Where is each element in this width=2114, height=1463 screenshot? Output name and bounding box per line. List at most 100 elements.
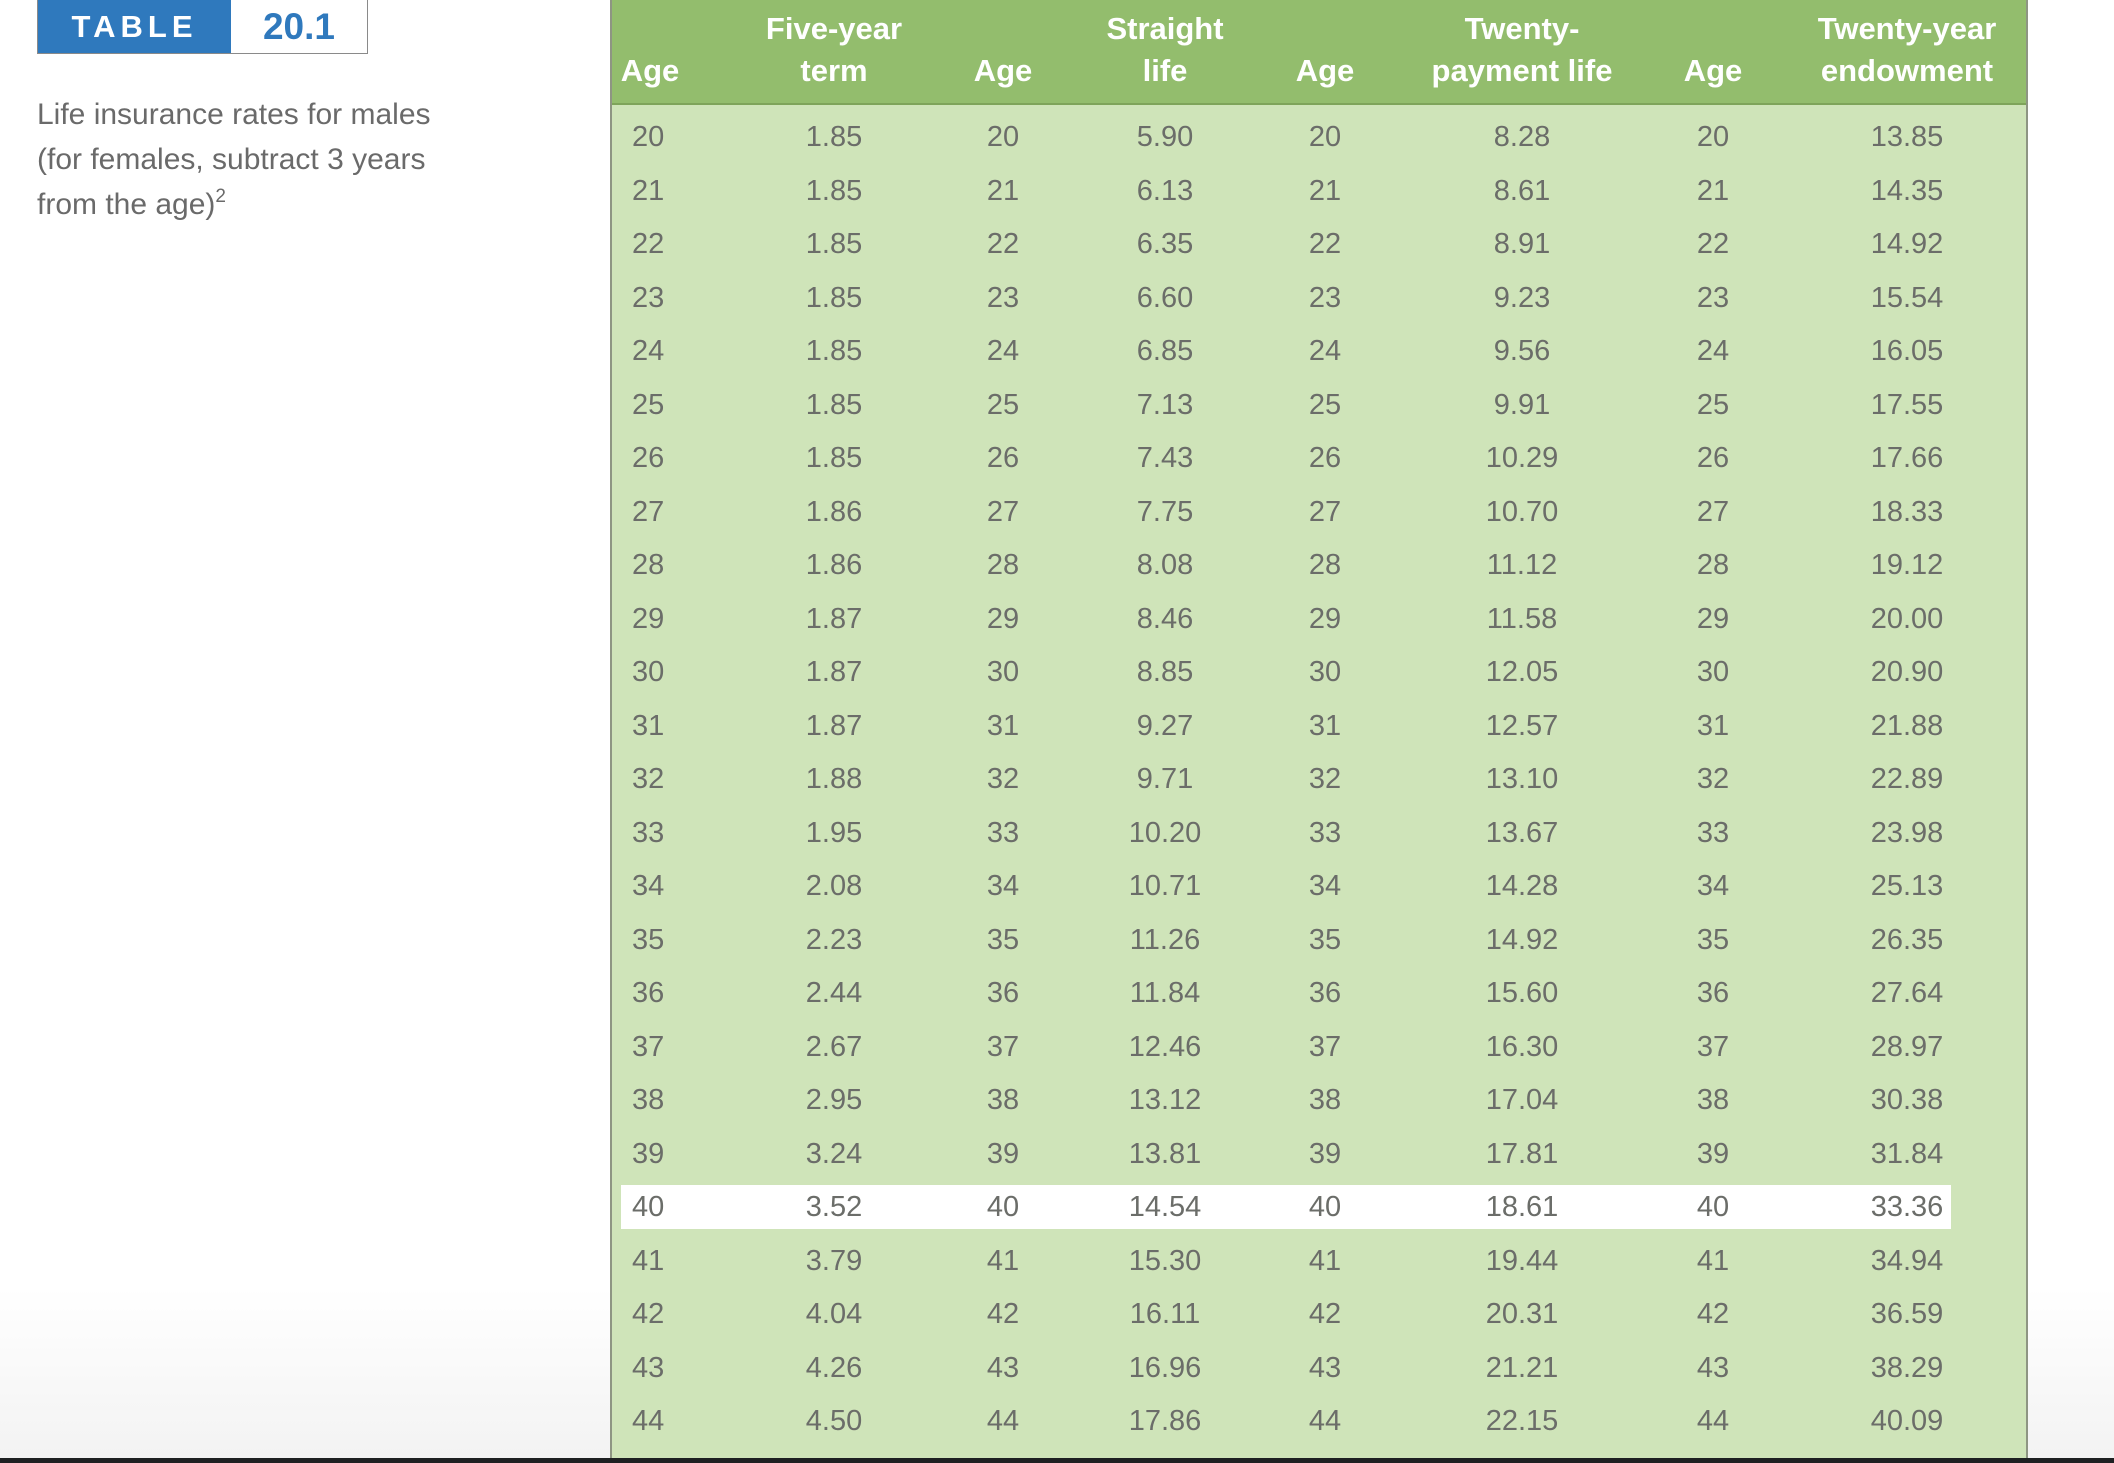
cell-age: 23 bbox=[1308, 281, 1342, 314]
cell-age: 40 bbox=[1308, 1191, 1342, 1223]
cell-five-year-term: 1.87 bbox=[805, 709, 863, 742]
cell-twenty-year-endowment: 21.88 bbox=[1870, 709, 1944, 742]
cell-twenty-year-endowment: 16.05 bbox=[1870, 335, 1944, 367]
table-row: 20 1.85 20 5.90 20 8.28 20 13.85 bbox=[612, 115, 2026, 159]
header-line: Twenty- bbox=[1464, 11, 1580, 46]
cell-straight-life: 10.20 bbox=[1128, 816, 1202, 849]
cell-age: 43 bbox=[1308, 1351, 1342, 1384]
header-straight-life: Straight life bbox=[1106, 8, 1223, 92]
cell-age: 43 bbox=[632, 1351, 665, 1384]
cell-five-year-term: 1.85 bbox=[805, 388, 863, 421]
table-row: 32 1.88 32 9.71 32 13.10 32 22.89 bbox=[612, 757, 2026, 801]
table-row: 31 1.87 31 9.27 31 12.57 31 21.88 bbox=[612, 704, 2026, 748]
cell-straight-life: 7.13 bbox=[1136, 388, 1194, 421]
cell-age: 23 bbox=[632, 281, 665, 314]
cell-age: 38 bbox=[986, 1084, 1020, 1116]
cell-straight-life: 5.90 bbox=[1136, 121, 1194, 153]
cell-twenty-payment-life: 12.05 bbox=[1485, 656, 1559, 688]
cell-twenty-year-endowment: 33.36 bbox=[1870, 1191, 1944, 1223]
cell-five-year-term: 1.87 bbox=[805, 602, 863, 635]
footnote-marker: 2 bbox=[215, 186, 226, 207]
cell-age: 29 bbox=[986, 602, 1020, 635]
cell-age: 41 bbox=[1696, 1244, 1730, 1277]
table-header: Age Five-year term Age Straight life Age Twenty… bbox=[612, 0, 2026, 105]
cell-age: 22 bbox=[632, 228, 665, 260]
cell-straight-life: 7.75 bbox=[1136, 495, 1194, 528]
table-row: 24 1.85 24 6.85 24 9.56 24 16.05 bbox=[612, 329, 2026, 373]
cell-age: 28 bbox=[1696, 549, 1730, 581]
cell-age: 24 bbox=[1696, 335, 1730, 367]
cell-straight-life: 9.27 bbox=[1136, 709, 1194, 742]
cell-age: 30 bbox=[632, 656, 665, 688]
table-row: 44 4.50 44 17.86 44 22.15 44 40.09 bbox=[612, 1399, 2026, 1443]
cell-straight-life: 8.08 bbox=[1136, 549, 1194, 581]
cell-five-year-term: 2.44 bbox=[805, 977, 863, 1009]
cell-five-year-term: 4.26 bbox=[805, 1351, 863, 1384]
header-line: Age bbox=[1295, 53, 1355, 88]
cell-twenty-payment-life: 16.30 bbox=[1485, 1030, 1559, 1063]
cell-age: 31 bbox=[1308, 709, 1342, 742]
table-row: 23 1.85 23 6.60 23 9.23 23 15.54 bbox=[612, 276, 2026, 320]
cell-five-year-term: 1.86 bbox=[805, 495, 863, 528]
insurance-rates-table: Age Five-year term Age Straight life Age Twenty… bbox=[610, 0, 2028, 1458]
cell-five-year-term: 1.88 bbox=[805, 763, 863, 795]
cell-twenty-payment-life: 15.60 bbox=[1485, 977, 1559, 1009]
cell-twenty-payment-life: 12.57 bbox=[1485, 709, 1559, 742]
cell-age: 24 bbox=[1308, 335, 1342, 367]
cell-straight-life: 16.11 bbox=[1129, 1298, 1201, 1330]
cell-age: 37 bbox=[1696, 1030, 1730, 1063]
cell-five-year-term: 2.23 bbox=[805, 923, 863, 956]
cell-twenty-payment-life: 11.58 bbox=[1486, 602, 1558, 635]
cell-five-year-term: 1.85 bbox=[805, 174, 863, 207]
cell-age: 25 bbox=[1696, 388, 1730, 421]
cell-age: 41 bbox=[632, 1244, 665, 1277]
header-line: Five-year bbox=[765, 11, 903, 46]
cell-twenty-year-endowment: 30.38 bbox=[1870, 1084, 1944, 1116]
cell-age: 38 bbox=[1308, 1084, 1342, 1116]
table-row: 29 1.87 29 8.46 29 11.58 29 20.00 bbox=[612, 597, 2026, 641]
cell-twenty-payment-life: 10.70 bbox=[1485, 495, 1559, 528]
cell-twenty-year-endowment: 14.92 bbox=[1870, 228, 1944, 260]
cell-five-year-term: 1.85 bbox=[805, 281, 863, 314]
cell-age: 39 bbox=[986, 1137, 1020, 1170]
cell-age: 24 bbox=[986, 335, 1020, 367]
table-row: 22 1.85 22 6.35 22 8.91 22 14.92 bbox=[612, 222, 2026, 266]
cell-age: 25 bbox=[632, 388, 665, 421]
cell-age: 29 bbox=[1308, 602, 1342, 635]
cell-twenty-year-endowment: 20.90 bbox=[1870, 656, 1944, 688]
caption-text: Life insurance rates for males (for fema… bbox=[37, 98, 431, 221]
cell-age: 35 bbox=[632, 923, 665, 956]
table-row: 41 3.79 41 15.30 41 19.44 41 34.94 bbox=[612, 1239, 2026, 1283]
cell-straight-life: 6.35 bbox=[1136, 228, 1194, 260]
cell-twenty-payment-life: 8.91 bbox=[1493, 228, 1551, 260]
cell-twenty-year-endowment: 36.59 bbox=[1870, 1298, 1944, 1330]
cell-straight-life: 14.54 bbox=[1128, 1191, 1202, 1223]
cell-straight-life: 8.46 bbox=[1136, 602, 1194, 635]
cell-age: 42 bbox=[986, 1298, 1020, 1330]
cell-age: 32 bbox=[632, 763, 665, 795]
cell-age: 31 bbox=[1696, 709, 1730, 742]
cell-age: 23 bbox=[986, 281, 1020, 314]
cell-twenty-year-endowment: 17.55 bbox=[1870, 388, 1944, 421]
cell-age: 39 bbox=[1696, 1137, 1730, 1170]
table-row: 28 1.86 28 8.08 28 11.12 28 19.12 bbox=[612, 543, 2026, 587]
table-row: 25 1.85 25 7.13 25 9.91 25 17.55 bbox=[612, 383, 2026, 427]
cell-age: 34 bbox=[986, 870, 1020, 902]
cell-age: 44 bbox=[986, 1405, 1020, 1437]
table-number-badge: TABLE 20.1 bbox=[37, 0, 368, 54]
cell-straight-life: 12.46 bbox=[1128, 1030, 1202, 1063]
cell-twenty-payment-life: 10.29 bbox=[1485, 442, 1559, 474]
cell-straight-life: 9.71 bbox=[1136, 763, 1194, 795]
cell-age: 24 bbox=[632, 335, 665, 367]
cell-twenty-year-endowment: 22.89 bbox=[1870, 763, 1944, 795]
header-line: Twenty-year bbox=[1817, 11, 1997, 46]
badge-number: 20.1 bbox=[231, 0, 367, 53]
cell-straight-life: 15.30 bbox=[1128, 1244, 1202, 1277]
cell-twenty-payment-life: 14.28 bbox=[1485, 870, 1559, 902]
cell-five-year-term: 1.95 bbox=[805, 816, 863, 849]
cell-age: 30 bbox=[1308, 656, 1342, 688]
cell-twenty-payment-life: 17.81 bbox=[1485, 1137, 1559, 1170]
table-row: 21 1.85 21 6.13 21 8.61 21 14.35 bbox=[612, 169, 2026, 213]
cell-five-year-term: 2.08 bbox=[805, 870, 863, 902]
cell-twenty-year-endowment: 14.35 bbox=[1870, 174, 1944, 207]
